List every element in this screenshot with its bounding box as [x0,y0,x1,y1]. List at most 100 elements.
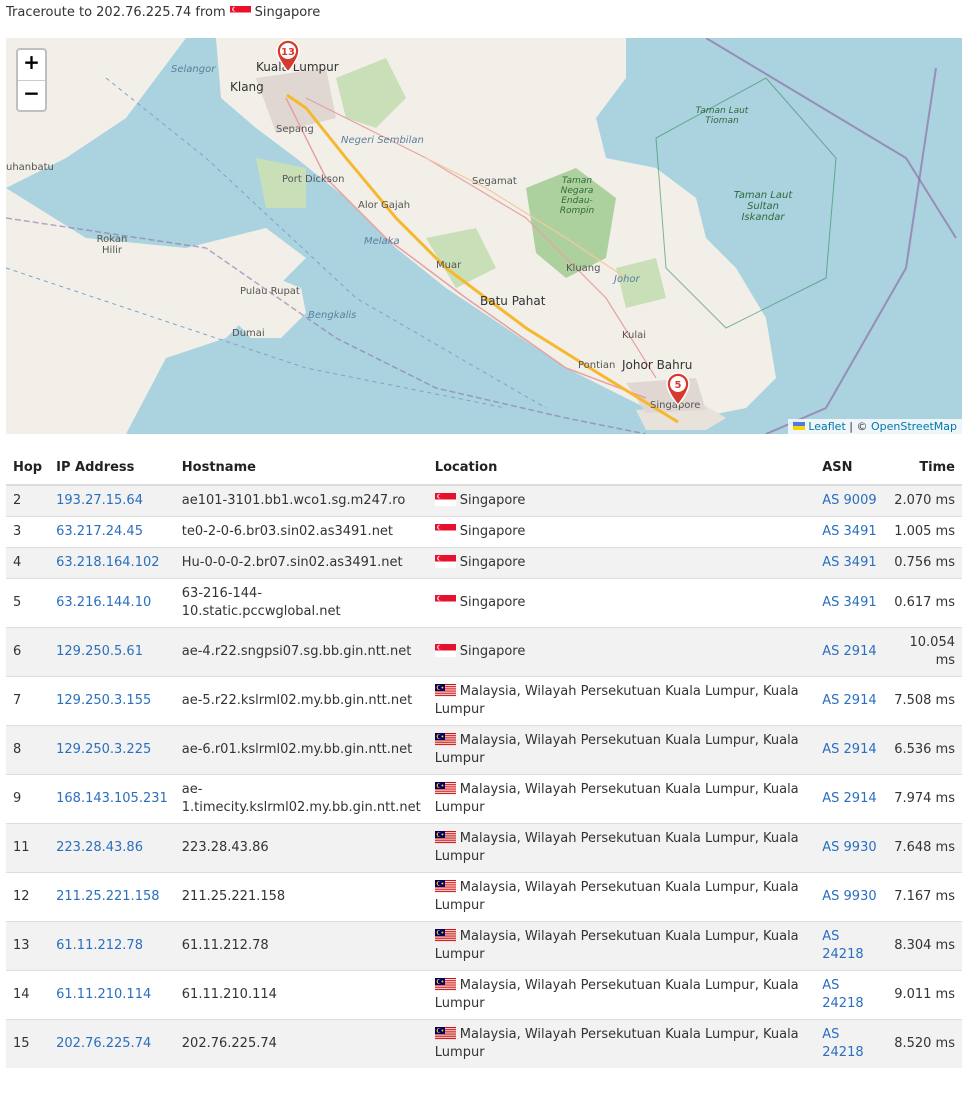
map-label-sepang: Sepang [276,124,314,135]
singapore-flag-icon [434,595,456,608]
map-label-muar: Muar [436,260,462,271]
asn-link[interactable]: AS 9009 [822,493,876,508]
attribution-separator: | © [849,420,868,433]
openstreetmap-link[interactable]: OpenStreetMap [871,420,957,433]
location-text: Malaysia, Wilayah Persekutuan Kuala Lump… [434,684,799,717]
table-row: 11 223.28.43.86 223.28.43.86 Malaysia, Wila… [6,823,962,873]
page-title: Traceroute to 202.76.225.74 from Singapo… [6,5,320,20]
cell-hop: 13 [6,921,50,971]
map-marker-5[interactable]: 5 [665,372,691,406]
ip-link[interactable]: 193.27.15.64 [56,493,143,508]
asn-link[interactable]: AS 2914 [822,693,876,708]
table-row: 7 129.250.3.155 ae-5.r22.kslrml02.my.bb.gi… [6,676,962,726]
ip-link[interactable]: 211.25.221.158 [56,889,159,904]
cell-hostname: ae-6.r01.kslrml02.my.bb.gin.ntt.net [174,725,428,775]
malaysia-flag-icon [434,1027,456,1040]
asn-link[interactable]: AS 9930 [822,840,876,855]
route-map[interactable]: Selangor Kuala Lumpur Klang Sepang Neger… [6,38,962,434]
location-text: Singapore [459,493,526,508]
asn-link[interactable]: AS 24218 [822,929,863,962]
ip-link[interactable]: 129.250.5.61 [56,644,143,659]
ip-link[interactable]: 61.11.210.114 [56,987,151,1002]
map-label-labuhanbatu: uhanbatu [6,162,54,173]
ip-link[interactable]: 63.218.164.102 [56,555,159,570]
cell-hostname: Hu-0-0-0-2.br07.sin02.as3491.net [174,547,428,579]
map-label-batu-pahat: Batu Pahat [480,294,546,308]
map-label-pontian: Pontian [578,360,616,371]
map-tiles [6,38,962,434]
location-text: Malaysia, Wilayah Persekutuan Kuala Lump… [434,733,799,766]
table-row: 6 129.250.5.61 ae-4.r22.sngpsi07.sg.bb.gin… [6,627,962,677]
marker-5-label: 5 [675,380,682,391]
singapore-flag-icon [434,493,456,506]
cell-hostname: 63-216-144-10.static.pccwglobal.net [174,578,428,628]
table-row: 5 63.216.144.10 63-216-144-10.static.pccwg… [6,578,962,628]
ip-link[interactable]: 129.250.3.225 [56,742,151,757]
cell-hostname: 223.28.43.86 [174,823,428,873]
cell-hop: 6 [6,627,50,677]
asn-link[interactable]: AS 3491 [822,524,876,539]
ip-link[interactable]: 223.28.43.86 [56,840,143,855]
cell-time: 8.304 ms [884,921,962,971]
cell-time: 2.070 ms [884,484,962,517]
map-label-klang: Klang [230,80,264,94]
map-label-kulai: Kulai [622,330,647,341]
ip-link[interactable]: 63.217.24.45 [56,524,143,539]
cell-location: Malaysia, Wilayah Persekutuan Kuala Lump… [427,823,816,873]
title-prefix: Traceroute to 202.76.225.74 from [6,5,226,20]
map-label-selangor: Selangor [171,64,216,75]
cell-hop: 12 [6,872,50,922]
asn-link[interactable]: AS 2914 [822,742,876,757]
zoom-in-button[interactable]: + [18,50,45,80]
header-asn[interactable]: ASN [815,450,885,486]
cell-location: Singapore [427,484,816,517]
map-label-kluang: Kluang [566,263,601,274]
map-label-melaka: Melaka [364,236,400,247]
location-text: Malaysia, Wilayah Persekutuan Kuala Lump… [434,880,799,913]
cell-hostname: 211.25.221.158 [174,872,428,922]
cell-hop: 4 [6,547,50,579]
ip-link[interactable]: 63.216.144.10 [56,595,151,610]
cell-location: Singapore [427,578,816,628]
asn-link[interactable]: AS 24218 [822,978,863,1011]
asn-link[interactable]: AS 2914 [822,791,876,806]
leaflet-link[interactable]: Leaflet [808,420,845,433]
map-marker-13[interactable]: 13 [275,39,301,73]
location-text: Malaysia, Wilayah Persekutuan Kuala Lump… [434,1027,799,1060]
location-text: Singapore [459,595,526,610]
cell-time: 7.648 ms [884,823,962,873]
cell-location: Singapore [427,516,816,548]
asn-link[interactable]: AS 3491 [822,595,876,610]
cell-location: Malaysia, Wilayah Persekutuan Kuala Lump… [427,970,816,1020]
ip-link[interactable]: 129.250.3.155 [56,693,151,708]
table-row: 13 61.11.212.78 61.11.212.78 Malaysia, Wila… [6,921,962,971]
cell-hop: 7 [6,676,50,726]
asn-link[interactable]: AS 3491 [822,555,876,570]
asn-link[interactable]: AS 2914 [822,644,876,659]
map-label-taman-laut-tioman: Taman Laut Tioman [695,106,749,126]
map-label-port-dickson: Port Dickson [282,174,345,185]
header-location[interactable]: Location [427,450,816,486]
table-row: 8 129.250.3.225 ae-6.r01.kslrml02.my.bb.gi… [6,725,962,775]
table-row: 4 63.218.164.102 Hu-0-0-0-2.br07.sin02.as3… [6,547,962,579]
header-ip[interactable]: IP Address [49,450,175,486]
header-time[interactable]: Time [884,450,962,486]
location-text: Malaysia, Wilayah Persekutuan Kuala Lump… [434,978,799,1011]
cell-hostname: 202.76.225.74 [174,1019,428,1068]
malaysia-flag-icon [434,733,456,746]
asn-link[interactable]: AS 9930 [822,889,876,904]
ip-link[interactable]: 202.76.225.74 [56,1036,151,1051]
map-label-dumai: Dumai [232,328,265,339]
location-text: Malaysia, Wilayah Persekutuan Kuala Lump… [434,929,799,962]
ip-link[interactable]: 168.143.105.231 [56,791,168,806]
ip-link[interactable]: 61.11.212.78 [56,938,143,953]
zoom-out-button[interactable]: − [18,80,45,110]
cell-hop: 2 [6,484,50,517]
header-hostname[interactable]: Hostname [174,450,428,486]
asn-link[interactable]: AS 24218 [822,1027,863,1060]
singapore-flag-icon [434,524,456,537]
header-hop[interactable]: Hop [6,450,50,486]
malaysia-flag-icon [434,929,456,942]
location-text: Malaysia, Wilayah Persekutuan Kuala Lump… [434,782,799,815]
cell-location: Malaysia, Wilayah Persekutuan Kuala Lump… [427,921,816,971]
